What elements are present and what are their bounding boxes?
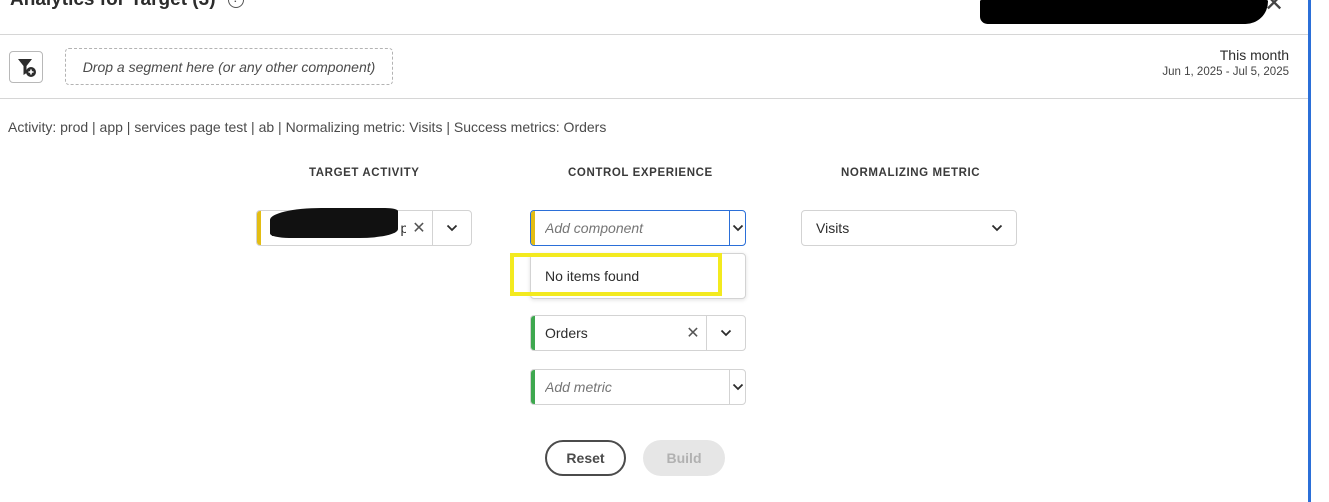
redacted-area [980, 0, 1268, 24]
add-metric-field[interactable] [530, 369, 746, 405]
dialog-title: Analytics for Target (3) ? [10, 0, 244, 11]
dialog-title-text: Analytics for Target (3) [10, 0, 216, 11]
control-experience-input[interactable] [535, 211, 729, 245]
build-button[interactable]: Build [643, 440, 725, 476]
chevron-down-icon[interactable] [729, 211, 745, 245]
date-range-picker[interactable]: This month Jun 1, 2025 - Jul 5, 2025 [1162, 47, 1289, 78]
normalizing-metric-value: Visits [816, 220, 850, 236]
normalizing-metric-select[interactable]: Visits [801, 210, 1017, 246]
header-divider [0, 34, 1308, 35]
control-experience-field[interactable] [530, 210, 746, 246]
normalizing-metric-header: NORMALIZING METRIC [841, 167, 981, 179]
target-activity-header: TARGET ACTIVITY [309, 167, 420, 179]
toolbar-divider [0, 98, 1308, 99]
chevron-down-icon[interactable] [978, 211, 1016, 245]
highlight-box [510, 253, 722, 296]
date-range-label: This month [1219, 47, 1289, 63]
close-icon[interactable]: ✕ [1264, 0, 1284, 16]
chevron-down-icon[interactable] [432, 211, 471, 245]
segment-drop-zone[interactable]: Drop a segment here (or any other compon… [65, 48, 393, 85]
filter-add-icon [18, 59, 36, 77]
add-metric-input[interactable] [535, 370, 729, 404]
chevron-down-icon[interactable] [706, 316, 745, 350]
clear-icon[interactable]: ✕ [680, 316, 706, 350]
help-icon[interactable]: ? [227, 0, 244, 8]
redacted-area [270, 208, 398, 238]
clear-icon[interactable]: ✕ [406, 211, 432, 245]
reset-button[interactable]: Reset [545, 440, 626, 476]
chevron-down-icon[interactable] [729, 370, 745, 404]
success-metric-field[interactable]: Orders ✕ [530, 315, 746, 351]
date-range-value: Jun 1, 2025 - Jul 5, 2025 [1162, 66, 1289, 78]
activity-summary: Activity: prod | app | services page tes… [8, 119, 607, 135]
success-metric-value: Orders [545, 325, 588, 341]
add-segment-button[interactable] [9, 51, 43, 83]
control-experience-header: CONTROL EXPERIENCE [568, 167, 713, 179]
panel-edge [1308, 0, 1311, 502]
